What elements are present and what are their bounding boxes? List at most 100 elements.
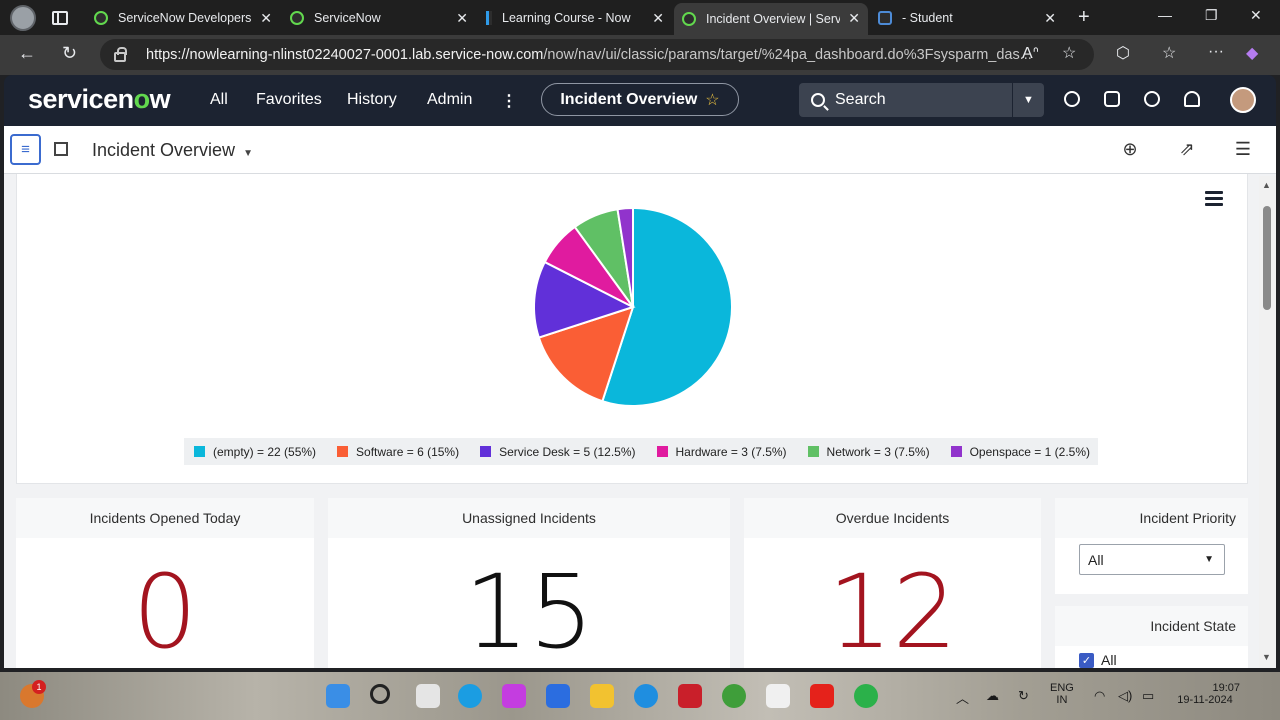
chat-icon[interactable] bbox=[1104, 91, 1120, 107]
app-leaf-icon[interactable] bbox=[722, 684, 746, 708]
filter-label: Incident State bbox=[1055, 606, 1248, 646]
favorites-bar-icon[interactable]: ☆ bbox=[1162, 43, 1176, 63]
nav-history[interactable]: History bbox=[347, 91, 397, 109]
tile-value: 15 bbox=[464, 553, 594, 668]
wifi-icon[interactable]: ◠ bbox=[1094, 688, 1105, 704]
legend-item[interactable]: Hardware = 3 (7.5%) bbox=[656, 445, 787, 459]
tile-label: Overdue Incidents bbox=[744, 498, 1041, 538]
tab-title: Learning Course - Now Le bbox=[502, 11, 632, 25]
close-tab-icon[interactable]: ✕ bbox=[1044, 10, 1056, 27]
servicenow-logo[interactable]: servicenow bbox=[28, 84, 171, 115]
legend-item[interactable]: Network = 3 (7.5%) bbox=[807, 445, 930, 459]
close-tab-icon[interactable]: ✕ bbox=[456, 10, 468, 27]
tile-unassigned-incidents[interactable]: Unassigned Incidents 15 bbox=[328, 498, 730, 668]
browser-tab[interactable]: - Student ✕ bbox=[870, 3, 1064, 33]
list-view-button[interactable]: ≡ bbox=[10, 134, 41, 165]
scroll-down-icon[interactable]: ▼ bbox=[1262, 652, 1271, 662]
legend-swatch bbox=[337, 446, 349, 457]
lock-icon bbox=[114, 46, 127, 62]
settings-sliders-icon[interactable]: ☰ bbox=[1233, 139, 1253, 159]
sync-icon[interactable]: ↻ bbox=[1018, 688, 1029, 704]
minimize-icon[interactable]: — bbox=[1158, 7, 1172, 23]
legend-item[interactable]: Software = 6 (15%) bbox=[337, 445, 459, 459]
legend-label: Software = 6 (15%) bbox=[356, 444, 460, 459]
scroll-up-icon[interactable]: ▲ bbox=[1262, 180, 1271, 190]
dashboard-title[interactable]: Incident Overview ▼ bbox=[92, 140, 253, 161]
favorite-star-icon[interactable]: ☆ bbox=[1062, 43, 1076, 63]
close-window-icon[interactable]: ✕ bbox=[1250, 7, 1262, 24]
browser-tab[interactable]: ServiceNow ✕ bbox=[282, 3, 476, 33]
tile-overdue-incidents[interactable]: Overdue Incidents 12 bbox=[744, 498, 1041, 668]
tab-title: ServiceNow Developers bbox=[118, 11, 252, 25]
url-bar[interactable]: https://nowlearning-nlinst02240027-0001.… bbox=[100, 39, 1094, 70]
share-icon[interactable]: ⇗ bbox=[1177, 139, 1197, 159]
tile-incidents-opened-today[interactable]: Incidents Opened Today 0 bbox=[16, 498, 314, 668]
tray-chevron-icon[interactable]: ︿ bbox=[956, 688, 969, 707]
copilot-app-icon[interactable] bbox=[502, 684, 526, 708]
context-pill[interactable]: Incident Overview ☆ bbox=[541, 83, 739, 116]
search-icon bbox=[811, 93, 825, 107]
hp-app-icon[interactable] bbox=[546, 684, 570, 708]
close-tab-icon[interactable]: ✕ bbox=[652, 10, 664, 27]
start-icon[interactable] bbox=[326, 684, 350, 708]
add-widget-icon[interactable]: ⊕ bbox=[1120, 139, 1140, 159]
refresh-icon[interactable]: ↻ bbox=[62, 43, 77, 64]
scrollbar-thumb[interactable] bbox=[1263, 206, 1271, 310]
browser-tab[interactable]: ServiceNow Developers ✕ bbox=[86, 3, 280, 33]
chart-legend: (empty) = 22 (55%) Software = 6 (15%) Serv… bbox=[184, 438, 1098, 465]
filter-label: Incident Priority bbox=[1055, 498, 1248, 538]
globe-icon[interactable] bbox=[1064, 91, 1080, 107]
read-aloud-icon[interactable]: Aᐢ bbox=[1022, 43, 1039, 63]
star-icon[interactable]: ☆ bbox=[705, 90, 719, 110]
legend-swatch bbox=[656, 446, 668, 457]
bell-icon[interactable] bbox=[1184, 91, 1200, 107]
copilot-icon[interactable]: ◆ bbox=[1246, 43, 1258, 63]
nav-admin[interactable]: Admin bbox=[427, 91, 472, 109]
edge-icon[interactable] bbox=[458, 684, 482, 708]
help-app-icon[interactable] bbox=[634, 684, 658, 708]
cloud-icon[interactable]: ☁ bbox=[986, 688, 999, 704]
page-scrollbar[interactable]: ▲ ▼ bbox=[1259, 176, 1276, 668]
battery-icon[interactable]: ▭ bbox=[1142, 688, 1154, 704]
mcafee-icon[interactable] bbox=[678, 684, 702, 708]
grid-view-icon[interactable] bbox=[54, 142, 68, 156]
priority-select[interactable]: All ▼ bbox=[1079, 544, 1225, 575]
browser-tab[interactable]: Learning Course - Now Le ✕ bbox=[478, 3, 672, 33]
nav-all[interactable]: All bbox=[210, 91, 228, 109]
back-icon[interactable]: ← bbox=[18, 43, 36, 64]
language-indicator[interactable]: ENG IN bbox=[1050, 682, 1074, 706]
legend-item[interactable]: Openspace = 1 (2.5%) bbox=[950, 445, 1090, 459]
student-favicon-icon bbox=[878, 11, 892, 25]
youtube-icon[interactable] bbox=[810, 684, 834, 708]
whatsapp-icon[interactable] bbox=[854, 684, 878, 708]
filter-incident-state: Incident State ✓ All bbox=[1055, 606, 1248, 668]
legend-item[interactable]: (empty) = 22 (55%) bbox=[194, 445, 316, 459]
extensions-icon[interactable]: ⬡ bbox=[1116, 43, 1130, 63]
pie-chart-widget: (empty) = 22 (55%) Software = 6 (15%) Serv… bbox=[16, 174, 1248, 484]
new-tab-icon[interactable]: + bbox=[1078, 6, 1090, 29]
checkbox-checked-icon[interactable]: ✓ bbox=[1079, 652, 1094, 668]
clock[interactable]: 19:07 19-11-2024 bbox=[1170, 682, 1240, 706]
servicenow-header: servicenow All Favorites History Admin ⋮… bbox=[4, 75, 1276, 126]
nav-favorites[interactable]: Favorites bbox=[256, 91, 322, 109]
more-vertical-icon[interactable]: ⋮ bbox=[501, 91, 517, 111]
browser-tab-active[interactable]: Incident Overview | Servic ✕ bbox=[674, 3, 868, 35]
search-scope-dropdown-icon[interactable]: ▼ bbox=[1012, 83, 1044, 117]
profile-icon[interactable] bbox=[10, 4, 36, 31]
close-tab-icon[interactable]: ✕ bbox=[848, 10, 860, 27]
state-checkbox-all[interactable]: ✓ All bbox=[1079, 652, 1117, 668]
file-explorer-icon[interactable] bbox=[590, 684, 614, 708]
help-icon[interactable] bbox=[1144, 91, 1160, 107]
restore-icon[interactable]: ❐ bbox=[1205, 7, 1218, 24]
task-view-icon[interactable] bbox=[416, 684, 440, 708]
avatar[interactable] bbox=[1230, 87, 1256, 113]
tab-actions-icon[interactable] bbox=[52, 10, 68, 25]
close-tab-icon[interactable]: ✕ bbox=[260, 10, 272, 27]
volume-icon[interactable]: ◁) bbox=[1118, 688, 1132, 704]
search-taskbar-icon[interactable] bbox=[370, 684, 390, 704]
store-icon[interactable] bbox=[766, 684, 790, 708]
more-menu-icon[interactable]: ··· bbox=[1208, 43, 1224, 61]
tile-value: 12 bbox=[827, 553, 958, 668]
global-search-input[interactable]: Search ▼ bbox=[799, 83, 1044, 117]
legend-item[interactable]: Service Desk = 5 (12.5%) bbox=[480, 445, 636, 459]
